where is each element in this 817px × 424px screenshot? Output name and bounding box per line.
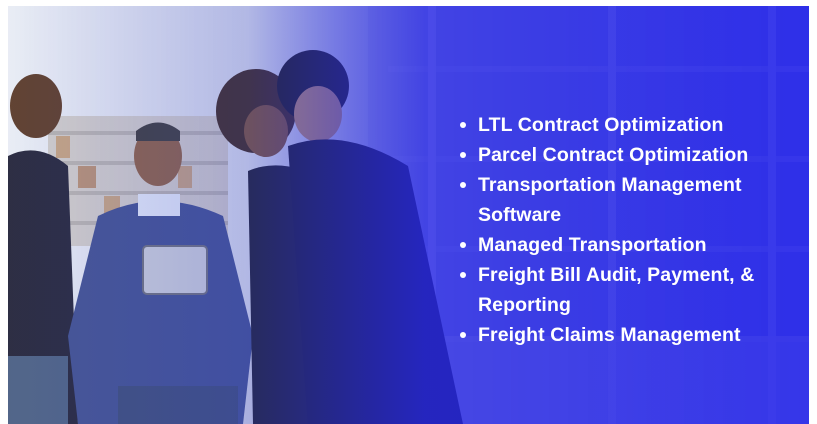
service-label: Freight Bill Audit, Payment, & Reporting [478,264,755,316]
bullet-icon [460,242,466,248]
service-label: Transportation Management Software [478,174,742,226]
service-label: LTL Contract Optimization [478,114,724,136]
hero-banner: LTL Contract Optimization Parcel Contrac… [8,6,809,424]
service-label: Managed Transportation [478,234,707,256]
bullet-icon [460,332,466,338]
list-item: Freight Bill Audit, Payment, & Reporting [456,260,796,320]
bullet-icon [460,182,466,188]
service-label: Freight Claims Management [478,324,741,346]
list-item: Managed Transportation [456,230,796,260]
list-item: Transportation Management Software [456,170,796,230]
list-item: Parcel Contract Optimization [456,140,796,170]
list-item: Freight Claims Management [456,320,796,350]
bullet-icon [460,272,466,278]
services-list: LTL Contract Optimization Parcel Contrac… [456,110,796,350]
bullet-icon [460,152,466,158]
service-label: Parcel Contract Optimization [478,144,749,166]
list-item: LTL Contract Optimization [456,110,796,140]
bullet-icon [460,122,466,128]
